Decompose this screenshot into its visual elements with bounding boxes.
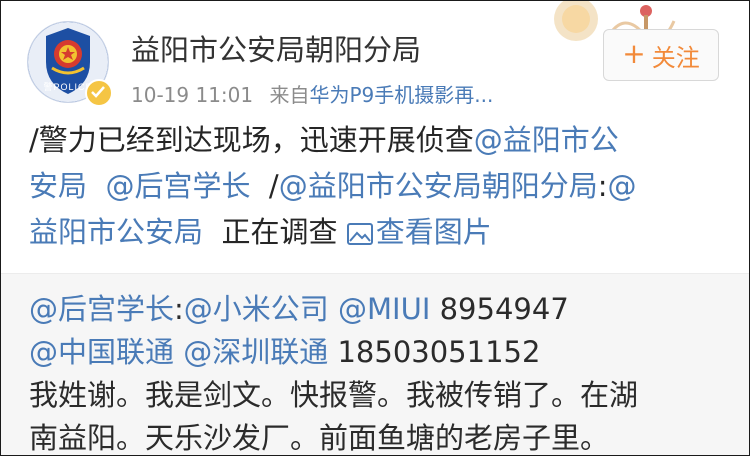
mention-link[interactable]: 益阳市公安局: [29, 215, 203, 249]
source-prefix: 来自: [269, 83, 310, 107]
retweet-line-1: @后宫学长:@小米公司 @MIUI 8954947: [29, 288, 739, 331]
view-images-link[interactable]: 查看图片: [346, 215, 492, 249]
post-text: /: [268, 169, 279, 203]
mention-link[interactable]: @中国联通: [29, 335, 174, 369]
retweet-text: 18503051152: [337, 335, 541, 369]
post-timestamp: 10-19 11:01: [131, 83, 254, 107]
plus-icon: +: [622, 36, 646, 70]
post-text: /警力已经到达现场，迅速开展侦查: [29, 123, 474, 157]
mention-link[interactable]: @益阳市公: [474, 123, 619, 157]
post-text: 正在调查: [221, 215, 338, 249]
retweet-block[interactable]: @后宫学长:@小米公司 @MIUI 8954947 @中国联通 @深圳联通 18…: [1, 273, 749, 455]
source-device-link[interactable]: 华为P9手机摄影再...: [309, 83, 493, 107]
image-icon: [346, 223, 373, 245]
retweet-text: :: [174, 292, 184, 326]
retweet-text: 8954947: [439, 292, 569, 326]
follow-button[interactable]: + 关注: [603, 29, 719, 81]
post-line-3: 益阳市公安局 正在调查 查看图片: [29, 209, 729, 255]
mention-link[interactable]: @MIUI: [338, 292, 430, 326]
weibo-post-card: 警POLICE 益阳市公安局朝阳分局 10-19 11:01 来自华为P9手机摄…: [0, 0, 750, 456]
view-images-label: 查看图片: [375, 215, 492, 249]
mention-link[interactable]: @后宫学长: [105, 169, 250, 203]
retweet-line-3: 我姓谢。我是剑文。快报警。我被传销了。在湖: [29, 378, 639, 412]
post-line-1: /警力已经到达现场，迅速开展侦查@益阳市公: [29, 117, 729, 163]
mention-link[interactable]: @小米公司: [184, 292, 329, 326]
retweet-line-2: @中国联通 @深圳联通 18503051152: [29, 331, 739, 374]
mention-link[interactable]: 安局: [29, 169, 87, 203]
post-body: /警力已经到达现场，迅速开展侦查@益阳市公 安局 @后宫学长 /@益阳市公安局朝…: [29, 117, 729, 255]
mention-link[interactable]: @深圳联通: [183, 335, 328, 369]
account-name[interactable]: 益阳市公安局朝阳分局: [131, 27, 421, 69]
retweet-body: @后宫学长:@小米公司 @MIUI 8954947 @中国联通 @深圳联通 18…: [29, 288, 739, 455]
mention-link[interactable]: @后宫学长: [29, 292, 174, 326]
avatar[interactable]: 警POLICE: [27, 21, 113, 107]
post-header: 警POLICE 益阳市公安局朝阳分局 10-19 11:01 来自华为P9手机摄…: [1, 1, 749, 113]
post-line-2: 安局 @后宫学长 /@益阳市公安局朝阳分局:@: [29, 163, 729, 209]
mention-link[interactable]: @益阳市公安局朝阳分局: [279, 169, 598, 203]
retweet-line-4: 南益阳。天乐沙发厂。前面鱼塘的老房子里。: [29, 421, 610, 455]
post-meta: 10-19 11:01 来自华为P9手机摄影再...: [131, 79, 493, 108]
verified-badge: [85, 79, 113, 107]
mention-link[interactable]: @: [607, 169, 636, 203]
verified-check-icon: [91, 86, 105, 98]
follow-label: 关注: [651, 43, 700, 72]
